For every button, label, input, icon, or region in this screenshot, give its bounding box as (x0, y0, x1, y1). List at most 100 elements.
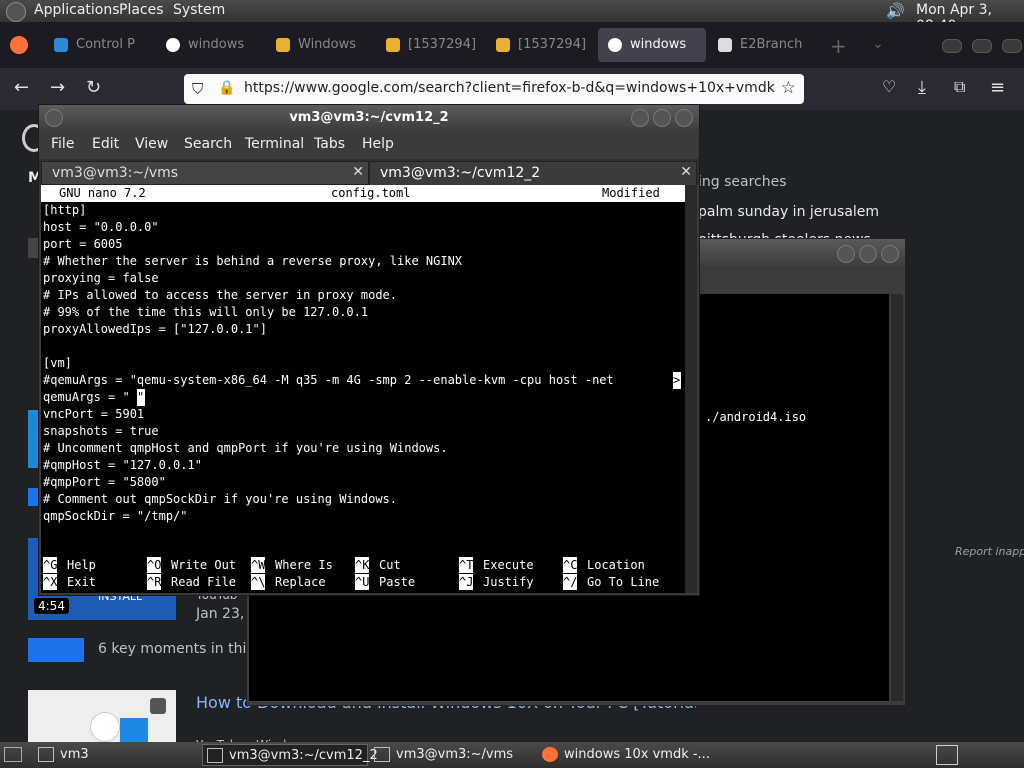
shortcut-gotoline-label[interactable]: Go To Line (587, 574, 659, 590)
back-terminal-scrollbar[interactable] (891, 294, 903, 701)
tab-windows[interactable]: Windows (266, 28, 374, 62)
key-moments-thumbnail[interactable] (28, 638, 84, 662)
shortcut-exit-key[interactable]: ^X (43, 574, 58, 590)
editor-line[interactable]: qemuArgs = " (43, 389, 130, 406)
result-thumbnail[interactable] (28, 690, 176, 744)
shortcut-cut-key[interactable]: ^K (355, 557, 370, 573)
extensions-icon[interactable]: ⧉ (954, 77, 965, 97)
shortcut-exit-label[interactable]: Exit (67, 574, 96, 590)
close-button[interactable] (1002, 39, 1022, 53)
taskbar-item-terminal-vms[interactable]: vm3@vm3:~/vms (370, 744, 536, 766)
url-text[interactable]: https://www.google.com/search?client=fir… (244, 80, 775, 96)
terminal-window[interactable]: vm3@vm3:~/cvm12_2 File Edit View Search … (38, 104, 700, 596)
shortcut-location-label[interactable]: Location (587, 557, 645, 573)
tab-google-windows[interactable]: windows (156, 28, 264, 62)
editor-line[interactable]: #qemuArgs = "qemu-system-x86_64 -M q35 -… (43, 372, 614, 389)
workspace-switcher-icon[interactable] (936, 745, 958, 765)
shortcut-replace-key[interactable]: ^\ (251, 574, 266, 590)
close-button[interactable] (675, 109, 693, 127)
terminal-scrollbar[interactable] (685, 185, 697, 593)
editor-line[interactable]: vncPort = 5901 (43, 406, 144, 423)
tab-vms[interactable]: vm3@vm3:~/vms ✕ (41, 161, 369, 185)
close-button[interactable] (881, 245, 899, 263)
reload-icon[interactable]: ↻ (86, 77, 101, 98)
shortcut-justify-label[interactable]: Justify (483, 574, 534, 590)
key-moments-text[interactable]: 6 key moments in this v (98, 641, 266, 657)
menu-terminal[interactable]: Terminal (245, 136, 304, 152)
pocket-icon[interactable]: ♡ (882, 77, 896, 96)
tab-control-panel[interactable]: Control P (44, 28, 152, 62)
shortcut-replace-label[interactable]: Replace (275, 574, 326, 590)
firefox-menu-icon[interactable] (10, 36, 28, 54)
minimize-button[interactable] (942, 39, 962, 53)
tab-cvm12-2[interactable]: vm3@vm3:~/cvm12_2 ✕ (369, 161, 697, 185)
shortcut-location-key[interactable]: ^C (563, 557, 578, 573)
shortcut-gotoline-key[interactable]: ^/ (563, 574, 578, 590)
menu-search[interactable]: Search (184, 136, 232, 152)
editor-line[interactable]: [http] (43, 202, 86, 219)
url-bar[interactable]: ⛉ 🔒 https://www.google.com/search?client… (184, 74, 804, 104)
menu-system[interactable]: System (173, 2, 225, 18)
editor-line[interactable]: # 99% of the time this will only be 127.… (43, 304, 368, 321)
shortcut-cut-label[interactable]: Cut (379, 557, 401, 573)
system-logo-icon[interactable] (6, 2, 26, 22)
menu-applications[interactable]: Applications (34, 2, 120, 18)
forward-icon[interactable]: → (50, 77, 65, 98)
maximize-button[interactable] (859, 245, 877, 263)
tab-1537294-a[interactable]: [1537294] (376, 28, 484, 62)
editor-line[interactable]: port = 6005 (43, 236, 122, 253)
shortcut-writeout-key[interactable]: ^O (147, 557, 162, 573)
tab-e2branch[interactable]: E2Branch (708, 28, 816, 62)
taskbar-item-vm3[interactable]: vm3 (34, 744, 194, 766)
shortcut-writeout-label[interactable]: Write Out (171, 557, 236, 573)
lock-icon[interactable]: 🔒 (218, 80, 235, 96)
taskbar-item-terminal-cvm12[interactable]: vm3@vm3:~/cvm12_2 (202, 744, 378, 766)
related-search-1[interactable]: palm sunday in jerusalem (698, 204, 879, 220)
editor-line[interactable]: snapshots = true (43, 423, 159, 440)
shortcut-help-label[interactable]: Help (67, 557, 96, 573)
minimize-button[interactable] (837, 245, 855, 263)
volume-icon[interactable]: 🔊 (886, 2, 905, 20)
shortcut-whereis-label[interactable]: Where Is (275, 557, 333, 573)
menu-help[interactable]: Help (362, 136, 394, 152)
app-menu-icon[interactable]: ≡ (990, 77, 1005, 98)
report-link[interactable]: Report inappro (955, 545, 1024, 558)
show-desktop-icon[interactable] (4, 747, 22, 762)
shortcut-readfile-label[interactable]: Read File (171, 574, 236, 590)
new-tab-icon[interactable]: + (830, 34, 847, 58)
terminal-titlebar[interactable]: vm3@vm3:~/cvm12_2 (39, 105, 699, 131)
shield-icon[interactable]: ⛉ (192, 80, 203, 98)
bookmark-star-icon[interactable]: ☆ (781, 78, 796, 98)
close-tab-icon[interactable]: ✕ (352, 164, 364, 180)
editor-line[interactable]: qmpSockDir = "/tmp/" (43, 508, 188, 525)
list-tabs-icon[interactable]: ⌄ (872, 36, 884, 52)
editor-line[interactable]: proxying = false (43, 270, 159, 287)
window-menu-icon[interactable] (45, 109, 63, 127)
menu-file[interactable]: File (51, 136, 74, 152)
tab-1537294-b[interactable]: [1537294] (486, 28, 594, 62)
tab-google-windows-active[interactable]: windows (598, 28, 706, 62)
shortcut-help-key[interactable]: ^G (43, 557, 58, 573)
shortcut-justify-key[interactable]: ^J (459, 574, 474, 590)
editor-line[interactable]: proxyAllowedIps = ["127.0.0.1"] (43, 321, 267, 338)
shortcut-readfile-key[interactable]: ^R (147, 574, 162, 590)
editor-line[interactable]: # IPs allowed to access the server in pr… (43, 287, 397, 304)
close-tab-icon[interactable]: ✕ (680, 164, 692, 180)
editor-line[interactable]: # Comment out qmpSockDir if you're using… (43, 491, 397, 508)
minimize-button[interactable] (631, 109, 649, 127)
editor-line[interactable]: host = "0.0.0.0" (43, 219, 159, 236)
editor-line[interactable]: # Uncomment qmpHost and qmpPort if you'r… (43, 440, 448, 457)
expand-icon[interactable] (150, 698, 166, 714)
shortcut-execute-key[interactable]: ^T (459, 557, 474, 573)
menu-places[interactable]: Places (119, 2, 164, 18)
editor-line[interactable]: # Whether the server is behind a reverse… (43, 253, 462, 270)
nano-editor[interactable]: GNU nano 7.2 config.toml Modified [http]… (41, 185, 685, 593)
maximize-button[interactable] (653, 109, 671, 127)
back-icon[interactable]: ← (14, 77, 29, 98)
shortcut-whereis-key[interactable]: ^W (251, 557, 266, 573)
editor-line[interactable]: #qmpHost = "127.0.0.1" (43, 457, 202, 474)
editor-line[interactable]: #qmpPort = "5800" (43, 474, 166, 491)
menu-edit[interactable]: Edit (92, 136, 119, 152)
shortcut-paste-label[interactable]: Paste (379, 574, 415, 590)
editor-line[interactable]: [vm] (43, 355, 72, 372)
